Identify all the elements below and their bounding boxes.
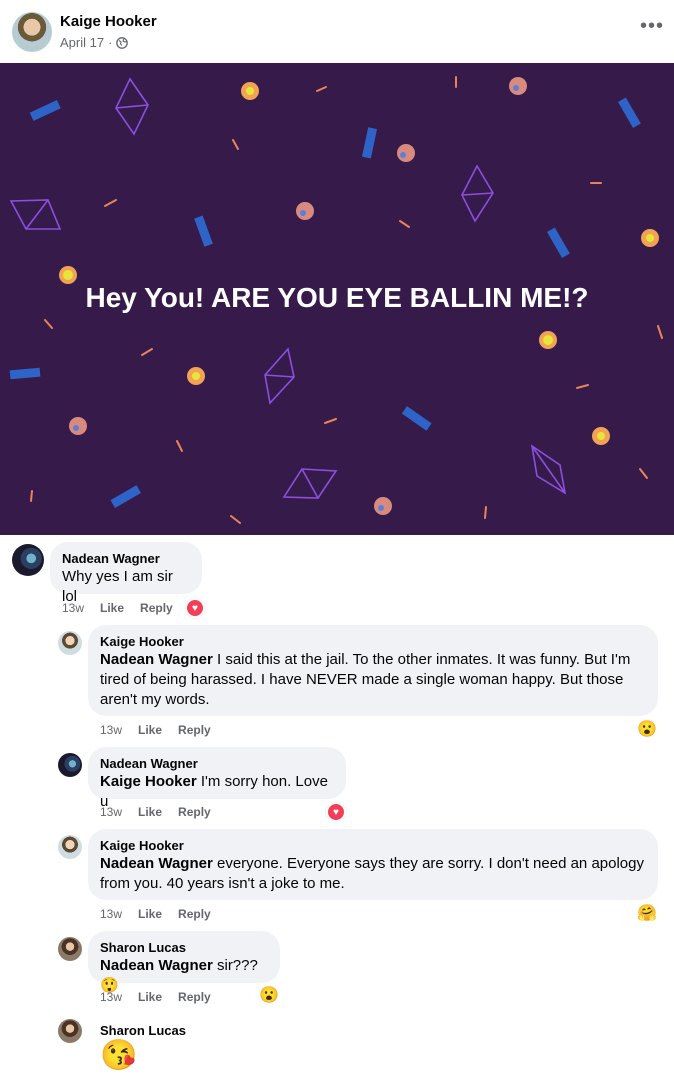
comment-time[interactable]: 13w bbox=[100, 723, 122, 737]
heart-reaction-icon[interactable]: ♥ bbox=[326, 802, 346, 822]
comment-text: Why yes I am sir lol bbox=[62, 568, 173, 605]
like-button[interactable]: Like bbox=[138, 907, 162, 921]
comment-time[interactable]: 13w bbox=[100, 990, 122, 1004]
mention-link[interactable]: Nadean Wagner bbox=[100, 855, 213, 872]
reply-button[interactable]: Reply bbox=[140, 601, 173, 615]
post-meta: April 17 · bbox=[60, 35, 129, 50]
commenter-name[interactable]: Kaige Hooker bbox=[100, 633, 646, 650]
commenter-name[interactable]: Nadean Wagner bbox=[62, 550, 190, 567]
comment-time[interactable]: 13w bbox=[100, 805, 122, 819]
commenter-avatar[interactable] bbox=[58, 835, 82, 859]
like-button[interactable]: Like bbox=[138, 805, 162, 819]
commenter-avatar[interactable] bbox=[58, 937, 82, 961]
comment-time[interactable]: 13w bbox=[62, 601, 84, 615]
commenter-name[interactable]: Kaige Hooker bbox=[100, 837, 646, 854]
commenter-name[interactable]: Sharon Lucas bbox=[100, 1022, 186, 1039]
comment-actions: 13w Like Reply bbox=[100, 805, 211, 819]
reply-button[interactable]: Reply bbox=[178, 907, 211, 921]
post-date[interactable]: April 17 bbox=[60, 35, 104, 50]
mention-link[interactable]: Nadean Wagner bbox=[100, 651, 213, 668]
comment-bubble: Kaige Hooker Nadean Wagner I said this a… bbox=[88, 625, 658, 716]
care-reaction-icon[interactable]: 🤗 bbox=[637, 903, 657, 923]
globe-icon bbox=[116, 36, 129, 49]
more-options-icon[interactable]: ••• bbox=[640, 16, 663, 40]
commenter-name[interactable]: Sharon Lucas bbox=[100, 939, 268, 956]
comment-bubble: Nadean Wagner Why yes I am sir lol bbox=[50, 542, 202, 605]
mention-link[interactable]: Nadean Wagner bbox=[100, 957, 213, 974]
mention-link[interactable]: Kaige Hooker bbox=[100, 773, 197, 790]
commenter-avatar[interactable] bbox=[58, 1019, 82, 1043]
reply-button[interactable]: Reply bbox=[178, 805, 211, 819]
banner-text: Hey You! ARE YOU EYE BALLIN ME!? bbox=[85, 282, 589, 313]
commenter-avatar[interactable] bbox=[12, 544, 44, 576]
author-avatar[interactable] bbox=[12, 12, 52, 52]
heart-reaction-icon[interactable]: ♥ bbox=[185, 598, 205, 618]
comment-bubble: Sharon Lucas Nadean Wagner sir???😲 bbox=[88, 931, 280, 994]
post-header: Kaige Hooker April 17 · ••• bbox=[0, 0, 674, 62]
like-button[interactable]: Like bbox=[138, 723, 162, 737]
wow-reaction-icon[interactable]: 😮 bbox=[259, 985, 279, 1005]
commenter-avatar[interactable] bbox=[58, 753, 82, 777]
post-banner: Hey You! ARE YOU EYE BALLIN ME!? bbox=[0, 63, 674, 535]
comment-bubble: Kaige Hooker Nadean Wagner everyone. Eve… bbox=[88, 829, 658, 900]
comment-time[interactable]: 13w bbox=[100, 907, 122, 921]
comment-actions: 13w Like Reply bbox=[100, 907, 211, 921]
comment-actions: 13w Like Reply bbox=[62, 601, 173, 615]
commenter-avatar[interactable] bbox=[58, 631, 82, 655]
comment-bubble: Nadean Wagner Kaige Hooker I'm sorry hon… bbox=[88, 747, 346, 810]
wow-reaction-icon[interactable]: 😮 bbox=[637, 719, 657, 739]
reply-button[interactable]: Reply bbox=[178, 990, 211, 1004]
like-button[interactable]: Like bbox=[138, 990, 162, 1004]
kiss-emoji-comment: 😘 bbox=[100, 1039, 138, 1072]
commenter-name[interactable]: Nadean Wagner bbox=[100, 755, 334, 772]
author-name[interactable]: Kaige Hooker bbox=[60, 13, 157, 30]
reply-button[interactable]: Reply bbox=[178, 723, 211, 737]
meta-separator: · bbox=[108, 35, 113, 50]
like-button[interactable]: Like bbox=[100, 601, 124, 615]
comment-actions: 13w Like Reply bbox=[100, 990, 211, 1004]
comment-actions: 13w Like Reply bbox=[100, 723, 211, 737]
